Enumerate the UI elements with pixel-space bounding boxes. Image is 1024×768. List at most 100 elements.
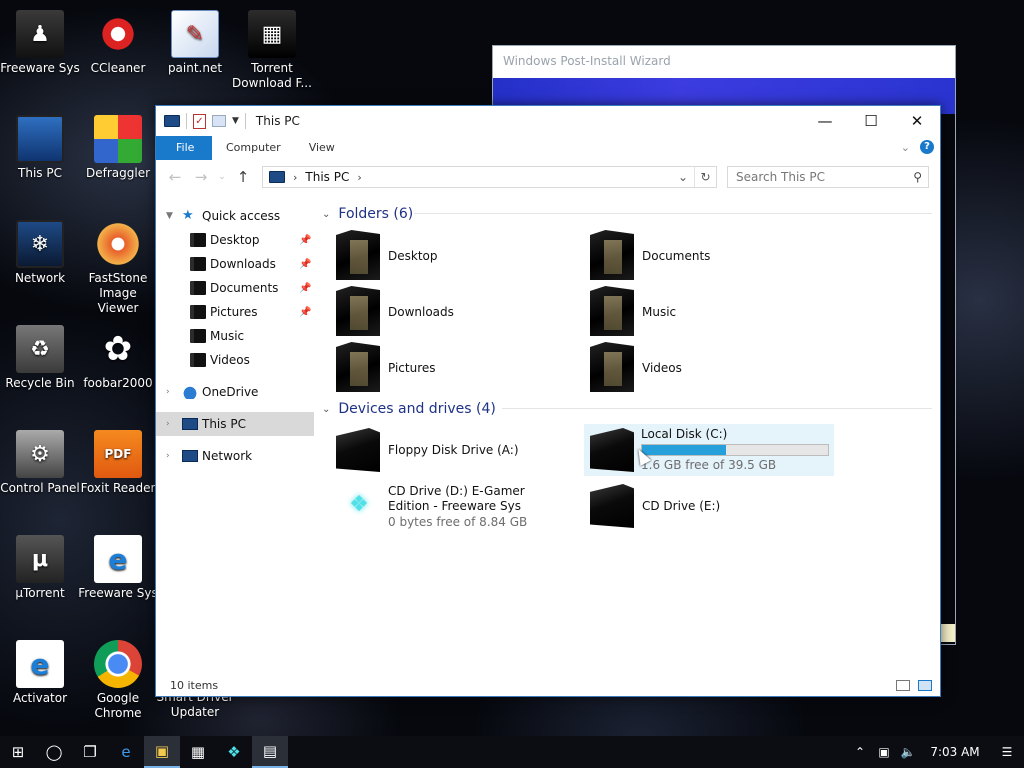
desktop-icon-activator[interactable]: e Activator bbox=[0, 640, 80, 706]
nav-videos[interactable]: Videos bbox=[156, 348, 314, 372]
folder-tile-music[interactable]: Music bbox=[590, 286, 830, 338]
search-input[interactable]: Search This PC ⚲ bbox=[727, 166, 929, 188]
drive-tile-cd-e[interactable]: CD Drive (E:) bbox=[590, 480, 830, 532]
section-divider bbox=[502, 408, 932, 409]
folder-tile-videos[interactable]: Videos bbox=[590, 342, 830, 394]
nav-network[interactable]: › Network bbox=[156, 444, 314, 468]
desktop-icon-foxit[interactable]: PDF Foxit Reader bbox=[78, 430, 158, 496]
search-icon[interactable]: ⚲ bbox=[913, 167, 922, 187]
details-view-icon[interactable] bbox=[896, 680, 910, 691]
devices-section-header[interactable]: ⌄ Devices and drives (4) bbox=[322, 399, 932, 419]
breadcrumb-chevron-icon[interactable]: › bbox=[293, 171, 297, 184]
new-folder-icon[interactable] bbox=[212, 115, 226, 127]
close-button[interactable]: ✕ bbox=[894, 106, 940, 136]
nav-music[interactable]: Music bbox=[156, 324, 314, 348]
address-tools: ⌄ ↻ bbox=[672, 167, 716, 187]
desktop-icon-utorrent[interactable]: μ µTorrent bbox=[0, 535, 80, 601]
nav-downloads[interactable]: Downloads 📌 bbox=[156, 252, 314, 276]
clock[interactable]: 7:03 AM bbox=[920, 745, 990, 759]
breadcrumb-this-pc[interactable]: This PC bbox=[305, 170, 349, 184]
start-button[interactable]: ⊞ bbox=[0, 736, 36, 768]
nav-quick-access[interactable]: ▼ ★ Quick access bbox=[156, 204, 314, 228]
pin-icon: 📌 bbox=[299, 306, 312, 318]
minimize-button[interactable]: — bbox=[802, 106, 848, 136]
expand-chevron-icon[interactable]: › bbox=[166, 451, 170, 461]
nav-pictures[interactable]: Pictures 📌 bbox=[156, 300, 314, 324]
desktop-icon-paintnet[interactable]: ✎ paint.net bbox=[155, 10, 235, 76]
properties-icon[interactable]: ✓ bbox=[193, 113, 206, 129]
volume-muted-icon[interactable]: 🔈 bbox=[896, 745, 920, 759]
up-arrow-icon[interactable]: ↑ bbox=[230, 168, 256, 186]
expand-chevron-icon[interactable]: › bbox=[166, 387, 170, 397]
address-bar[interactable]: › This PC › ⌄ ↻ bbox=[262, 166, 717, 188]
folder-tile-documents[interactable]: Documents bbox=[590, 230, 830, 282]
tab-view[interactable]: View bbox=[295, 136, 349, 160]
expand-chevron-icon[interactable]: ▼ bbox=[166, 211, 173, 221]
explorer-window[interactable]: ✓ ▼ This PC — ☐ ✕ File Computer View ⌄ ?… bbox=[155, 105, 941, 697]
tab-file[interactable]: File bbox=[156, 136, 212, 160]
chevron-up-icon[interactable]: ⌃ bbox=[848, 745, 872, 759]
edge-taskbar-icon[interactable]: e bbox=[108, 736, 144, 768]
search-placeholder: Search This PC bbox=[736, 170, 825, 184]
folder-tile-downloads[interactable]: Downloads bbox=[336, 286, 576, 338]
refresh-icon[interactable]: ↻ bbox=[694, 167, 716, 187]
address-dropdown-icon[interactable]: ⌄ bbox=[672, 167, 694, 187]
drive-tile-local-disk-c[interactable]: Local Disk (C:) 1.6 GB free of 39.5 GB bbox=[584, 424, 834, 476]
desktop-icon-network[interactable]: ❄ Network bbox=[0, 220, 80, 286]
nav-this-pc[interactable]: › This PC bbox=[156, 412, 314, 436]
tab-computer[interactable]: Computer bbox=[212, 136, 295, 160]
desktop-icon-ccleaner[interactable]: CCleaner bbox=[78, 10, 158, 76]
desktop-icon-this-pc[interactable]: This PC bbox=[0, 115, 80, 181]
back-arrow-icon[interactable]: ← bbox=[162, 168, 188, 186]
paintnet-icon: ✎ bbox=[171, 10, 219, 58]
nav-documents[interactable]: Documents 📌 bbox=[156, 276, 314, 300]
folder-tile-pictures[interactable]: Pictures bbox=[336, 342, 576, 394]
action-center-icon[interactable]: ☰ bbox=[990, 745, 1024, 759]
desktop-icon-defraggler[interactable]: Defraggler bbox=[78, 115, 158, 181]
floppy-drive-icon bbox=[336, 428, 380, 472]
task-view-icon[interactable]: ❐ bbox=[72, 736, 108, 768]
collapse-chevron-icon[interactable]: ⌄ bbox=[322, 209, 330, 220]
activator-icon: e bbox=[16, 640, 64, 688]
foxit-icon: PDF bbox=[94, 430, 142, 478]
customize-qat-icon[interactable]: ▼ bbox=[232, 116, 239, 126]
nav-desktop[interactable]: Desktop 📌 bbox=[156, 228, 314, 252]
faststone-icon bbox=[94, 220, 142, 268]
desktop-icon-freeware-sys[interactable]: ♟ Freeware Sys bbox=[0, 10, 80, 76]
network-icon: ❄ bbox=[16, 220, 64, 268]
recent-locations-icon[interactable]: ⌄ bbox=[214, 172, 230, 182]
desktop-icon-recycle-bin[interactable]: ♻ Recycle Bin bbox=[0, 325, 80, 391]
network-tray-icon[interactable]: ▣ bbox=[872, 745, 896, 759]
drive-tile-cd-d[interactable]: ❖ CD Drive (D:) E-Gamer Edition - Freewa… bbox=[336, 480, 576, 532]
folder-icon bbox=[336, 286, 380, 336]
maximize-button[interactable]: ☐ bbox=[848, 106, 894, 136]
desktop-icon-control-panel[interactable]: ⚙ Control Panel bbox=[0, 430, 80, 496]
folder-tile-desktop[interactable]: Desktop bbox=[336, 230, 576, 282]
collapse-chevron-icon[interactable]: ⌄ bbox=[322, 404, 330, 415]
window-title: This PC bbox=[255, 114, 300, 128]
forward-arrow-icon[interactable]: → bbox=[188, 168, 214, 186]
file-explorer-taskbar-icon[interactable]: ▣ bbox=[144, 736, 180, 768]
network-icon bbox=[182, 450, 198, 462]
desktop-icon-faststone[interactable]: FastStone Image Viewer bbox=[78, 220, 158, 316]
desktop-icon-chrome[interactable]: Google Chrome bbox=[78, 640, 158, 721]
wizard-taskbar-icon[interactable]: ▤ bbox=[252, 736, 288, 768]
explorer-titlebar[interactable]: ✓ ▼ This PC — ☐ ✕ bbox=[156, 106, 940, 136]
tiles-view-icon[interactable] bbox=[918, 680, 932, 691]
disk-capacity-bar bbox=[641, 444, 829, 456]
help-icon[interactable]: ? bbox=[920, 140, 934, 154]
folder-icon bbox=[190, 281, 206, 295]
desktop-icon-freeware-sys-edge[interactable]: e Freeware Sys bbox=[78, 535, 158, 601]
breadcrumb-chevron-icon[interactable]: › bbox=[357, 171, 361, 184]
expand-chevron-icon[interactable]: › bbox=[166, 419, 170, 429]
nav-onedrive[interactable]: › OneDrive bbox=[156, 380, 314, 404]
desktop-icon-torrent-download[interactable]: ▦ Torrent Download F... bbox=[232, 10, 312, 91]
desktop-icon-foobar[interactable]: ✿ foobar2000 bbox=[78, 325, 158, 391]
folders-section-header[interactable]: ⌄ Folders (6) bbox=[322, 204, 932, 224]
expand-ribbon-icon[interactable]: ⌄ bbox=[901, 141, 910, 154]
store-taskbar-icon[interactable]: ▦ bbox=[180, 736, 216, 768]
drive-tile-floppy[interactable]: Floppy Disk Drive (A:) bbox=[336, 424, 576, 476]
search-circle-icon[interactable]: ◯ bbox=[36, 736, 72, 768]
computer-icon bbox=[182, 418, 198, 430]
game-taskbar-icon[interactable]: ❖ bbox=[216, 736, 252, 768]
